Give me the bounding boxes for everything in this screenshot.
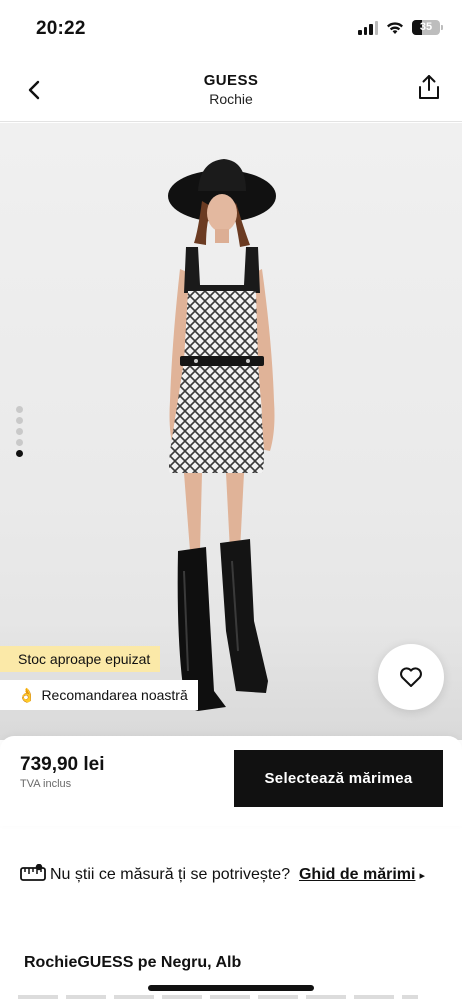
battery-icon: 35 bbox=[412, 20, 443, 35]
favorite-button[interactable] bbox=[378, 644, 444, 710]
product-price: 739,90 lei bbox=[20, 754, 105, 775]
status-time: 20:22 bbox=[36, 18, 86, 39]
partial-text-line bbox=[18, 995, 418, 999]
share-button[interactable] bbox=[412, 70, 446, 104]
low-stock-badge: Stoc aproape epuizat bbox=[0, 646, 161, 672]
size-guide-question: Nu știi ce măsură ți se potrivește? bbox=[50, 866, 291, 883]
cellular-signal-icon bbox=[358, 20, 378, 35]
gallery-pagination-dots bbox=[16, 406, 23, 457]
pagination-dot[interactable] bbox=[16, 439, 23, 446]
product-category: Rochie bbox=[209, 91, 253, 107]
pagination-dot[interactable] bbox=[16, 428, 23, 435]
product-photo-model-dress bbox=[168, 159, 276, 711]
header-titles: GUESS Rochie bbox=[0, 72, 462, 107]
select-size-button[interactable]: Selectează mărimea bbox=[234, 750, 443, 807]
size-ruler-icon bbox=[20, 864, 46, 881]
battery-percentage: 35 bbox=[419, 21, 433, 33]
size-guide-link[interactable]: Ghid de mărimi bbox=[299, 866, 415, 883]
price-card: 739,90 lei TVA inclus Selectează mărimea bbox=[0, 736, 462, 826]
wifi-icon bbox=[387, 21, 403, 34]
recommendation-badge: 👌 Recomandarea noastră bbox=[0, 680, 198, 710]
product-title: RochieGUESS pe Negru, Alb bbox=[24, 954, 242, 971]
vat-note: TVA inclus bbox=[20, 778, 72, 790]
home-indicator[interactable] bbox=[148, 985, 314, 991]
recommendation-label: Recomandarea noastră bbox=[41, 687, 188, 703]
pagination-dot-active[interactable] bbox=[16, 450, 23, 457]
product-header: GUESS Rochie bbox=[0, 58, 462, 122]
play-arrow-icon: ▸ bbox=[419, 870, 425, 882]
status-bar: 20:22 35 bbox=[0, 0, 462, 58]
product-image-gallery[interactable]: Stoc aproape epuizat 👌 Recomandarea noas… bbox=[0, 123, 462, 740]
heart-icon bbox=[400, 667, 422, 687]
pagination-dot[interactable] bbox=[16, 406, 23, 413]
pagination-dot[interactable] bbox=[16, 417, 23, 424]
status-icons: 35 bbox=[358, 20, 443, 35]
share-icon bbox=[419, 75, 439, 99]
ok-hand-icon: 👌 bbox=[18, 687, 36, 703]
size-guide-row: Nu știi ce măsură ți se potrivește? Ghid… bbox=[20, 862, 440, 889]
brand-name: GUESS bbox=[203, 72, 259, 89]
